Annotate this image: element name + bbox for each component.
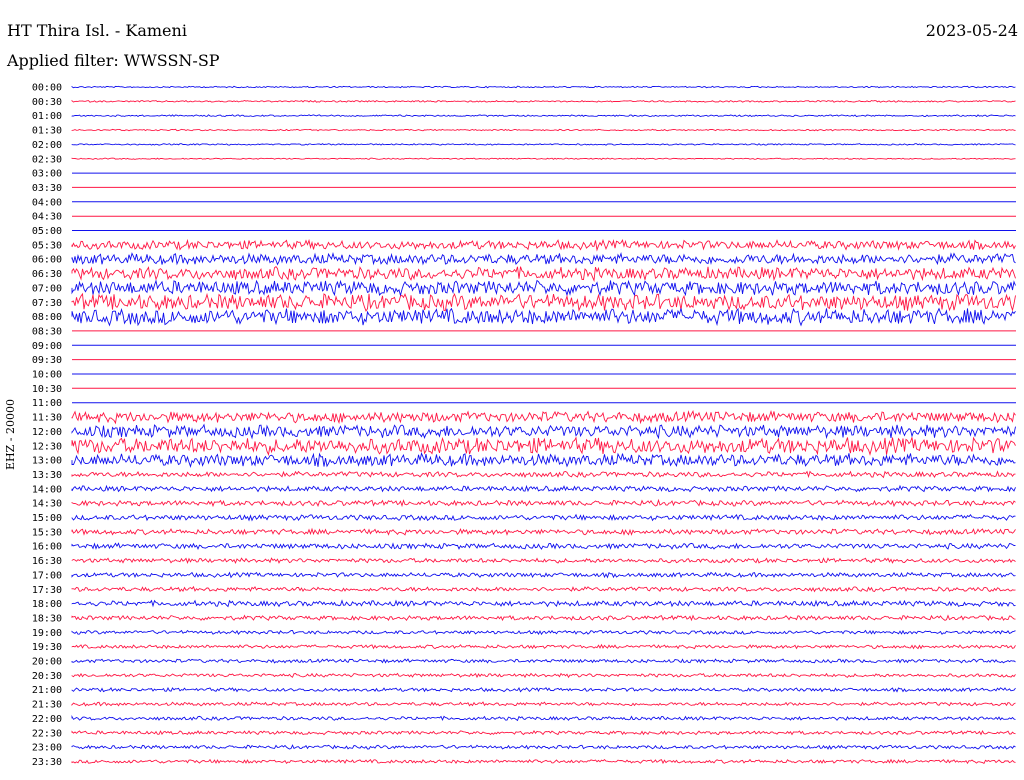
time-tick-label: 23:30 [32, 757, 62, 768]
time-tick-label: 21:00 [32, 685, 62, 696]
trace-row [71, 451, 1016, 469]
trace-row [71, 715, 1016, 722]
trace-row [71, 409, 1016, 425]
time-tick-label: 16:00 [32, 542, 62, 553]
time-tick-label: 11:30 [32, 413, 62, 424]
time-tick-label: 11:00 [32, 398, 62, 409]
time-tick-label: 03:00 [32, 169, 62, 180]
trace-row [71, 470, 1016, 479]
trace-row [71, 730, 1016, 736]
trace-row [71, 643, 1016, 650]
time-tick-label: 05:30 [32, 240, 62, 251]
trace-row [71, 114, 1016, 118]
time-tick-label: 10:00 [32, 370, 62, 381]
time-tick-label: 07:00 [32, 283, 62, 294]
trace-row [71, 658, 1016, 664]
seismic-traces [71, 85, 1016, 765]
time-tick-label: 16:30 [32, 556, 62, 567]
trace-row [71, 484, 1016, 493]
trace-row [71, 99, 1016, 103]
time-tick-label: 13:30 [32, 470, 62, 481]
trace-row [71, 614, 1016, 622]
time-tick-label: 00:00 [32, 83, 62, 94]
trace-row [71, 307, 1016, 327]
time-tick-label: 14:30 [32, 499, 62, 510]
trace-row [71, 265, 1016, 283]
trace-row [71, 238, 1016, 252]
time-tick-label: 04:00 [32, 197, 62, 208]
time-tick-label: 04:30 [32, 212, 62, 223]
time-tick-label: 21:30 [32, 700, 62, 711]
trace-row [71, 157, 1016, 160]
time-tick-label: 02:30 [32, 154, 62, 165]
time-tick-label: 00:30 [32, 97, 62, 108]
time-tick-label: 22:30 [32, 728, 62, 739]
time-tick-label: 06:30 [32, 269, 62, 280]
time-tick-label: 10:30 [32, 384, 62, 395]
time-tick-label: 06:00 [32, 255, 62, 266]
time-tick-label: 12:30 [32, 441, 62, 452]
time-tick-labels: 00:00 00:30 01:00 01:30 02:00 02:30 03:00 03:30… [32, 83, 62, 768]
trace-row [71, 436, 1016, 456]
time-tick-label: 22:00 [32, 714, 62, 725]
trace-row [71, 672, 1016, 679]
trace-row [71, 143, 1016, 146]
trace-row [71, 542, 1016, 551]
helicorder-plot: 00:00 00:30 01:00 01:30 02:00 02:30 03:00 03:30… [32, 83, 1016, 768]
time-tick-label: 08:00 [32, 312, 62, 323]
trace-row [71, 527, 1016, 536]
time-tick-label: 15:30 [32, 527, 62, 538]
time-tick-label: 20:00 [32, 657, 62, 668]
time-tick-label: 02:00 [32, 140, 62, 151]
trace-row [71, 251, 1016, 266]
time-tick-label: 12:00 [32, 427, 62, 438]
time-tick-label: 14:00 [32, 484, 62, 495]
time-tick-label: 05:00 [32, 226, 62, 237]
time-tick-label: 18:30 [32, 613, 62, 624]
time-tick-label: 01:30 [32, 126, 62, 137]
trace-row [71, 571, 1016, 579]
time-tick-label: 01:00 [32, 111, 62, 122]
time-tick-label: 13:00 [32, 456, 62, 467]
trace-row [71, 744, 1016, 750]
time-tick-label: 09:00 [32, 341, 62, 352]
trace-row [71, 758, 1016, 765]
trace-row [71, 557, 1016, 565]
time-tick-label: 20:30 [32, 671, 62, 682]
trace-row [71, 599, 1016, 608]
trace-row [71, 279, 1016, 298]
trace-row [71, 423, 1016, 440]
time-tick-label: 03:30 [32, 183, 62, 194]
trace-row [71, 513, 1016, 522]
trace-row [71, 701, 1016, 707]
time-tick-label: 09:30 [32, 355, 62, 366]
time-tick-label: 18:00 [32, 599, 62, 610]
time-tick-label: 17:30 [32, 585, 62, 596]
time-tick-label: 15:00 [32, 513, 62, 524]
trace-row [71, 585, 1016, 593]
time-tick-label: 19:00 [32, 628, 62, 639]
trace-row [71, 292, 1016, 312]
time-tick-label: 08:30 [32, 326, 62, 337]
time-tick-label: 19:30 [32, 642, 62, 653]
trace-row [71, 85, 1016, 89]
trace-row [71, 629, 1016, 636]
trace-row [71, 687, 1016, 693]
trace-row [71, 128, 1016, 132]
trace-row [71, 498, 1016, 508]
time-tick-label: 07:30 [32, 298, 62, 309]
time-tick-label: 17:00 [32, 570, 62, 581]
time-tick-label: 23:00 [32, 743, 62, 754]
